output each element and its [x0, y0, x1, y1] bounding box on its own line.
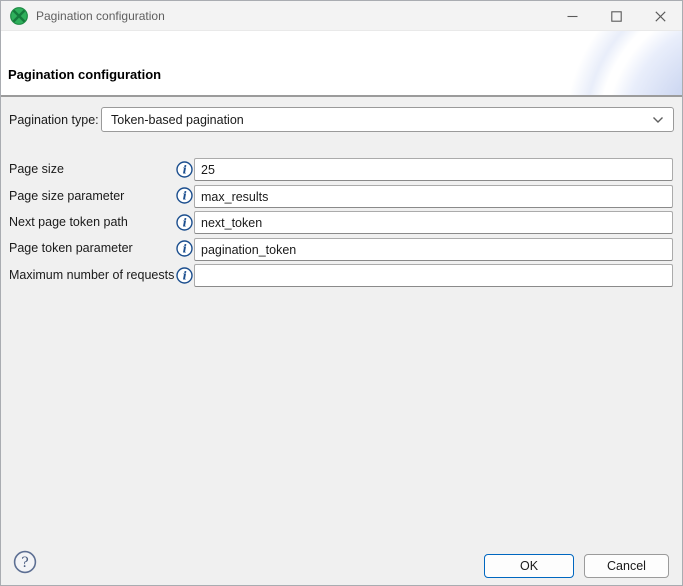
maximize-button[interactable] — [594, 1, 638, 31]
page-token-parameter-input[interactable] — [194, 238, 673, 261]
info-icon: i — [176, 214, 193, 231]
help-button[interactable]: ? — [13, 550, 37, 574]
chevron-down-icon — [652, 116, 664, 124]
page-title: Pagination configuration — [8, 67, 161, 82]
svg-text:i: i — [183, 270, 187, 283]
pagination-type-dropdown[interactable]: Token-based pagination — [101, 107, 674, 132]
page-size-parameter-input[interactable] — [194, 185, 673, 208]
pagination-configuration-dialog: Pagination configuration Pagination conf… — [0, 0, 683, 586]
close-icon — [655, 11, 666, 22]
page-token-parameter-info-button[interactable]: i — [176, 240, 193, 257]
close-button[interactable] — [638, 1, 682, 31]
page-size-input[interactable] — [194, 158, 673, 181]
svg-text:?: ? — [21, 555, 29, 571]
next-page-token-path-info-button[interactable]: i — [176, 214, 193, 231]
node-icon — [10, 7, 28, 25]
svg-text:i: i — [183, 190, 187, 203]
pagination-type-label: Pagination type: — [9, 113, 99, 127]
info-icon: i — [176, 267, 193, 284]
info-icon: i — [176, 161, 193, 178]
window-title: Pagination configuration — [36, 9, 165, 23]
info-icon: i — [176, 187, 193, 204]
svg-text:i: i — [183, 243, 187, 256]
info-icon: i — [176, 240, 193, 257]
help-icon: ? — [13, 550, 37, 574]
minimize-button[interactable] — [550, 1, 594, 31]
max-requests-label: Maximum number of requests — [9, 268, 174, 282]
svg-text:i: i — [183, 164, 187, 177]
page-size-info-button[interactable]: i — [176, 161, 193, 178]
next-page-token-path-label: Next page token path — [9, 215, 128, 229]
pagination-type-selected-value: Token-based pagination — [111, 113, 244, 127]
minimize-icon — [567, 11, 578, 22]
cancel-button[interactable]: Cancel — [584, 554, 669, 578]
page-size-parameter-info-button[interactable]: i — [176, 187, 193, 204]
page-token-parameter-label: Page token parameter — [9, 241, 133, 255]
next-page-token-path-input[interactable] — [194, 211, 673, 234]
title-bar[interactable]: Pagination configuration — [1, 1, 682, 31]
page-size-label: Page size — [9, 162, 64, 176]
page-size-parameter-label: Page size parameter — [9, 189, 124, 203]
ok-button[interactable]: OK — [484, 554, 574, 578]
maximize-icon — [611, 11, 622, 22]
svg-text:i: i — [183, 217, 187, 230]
max-requests-info-button[interactable]: i — [176, 267, 193, 284]
dialog-header: Pagination configuration — [1, 31, 682, 97]
header-gradient-decoration — [420, 31, 682, 95]
max-requests-input[interactable] — [194, 264, 673, 287]
window-controls — [550, 1, 682, 31]
